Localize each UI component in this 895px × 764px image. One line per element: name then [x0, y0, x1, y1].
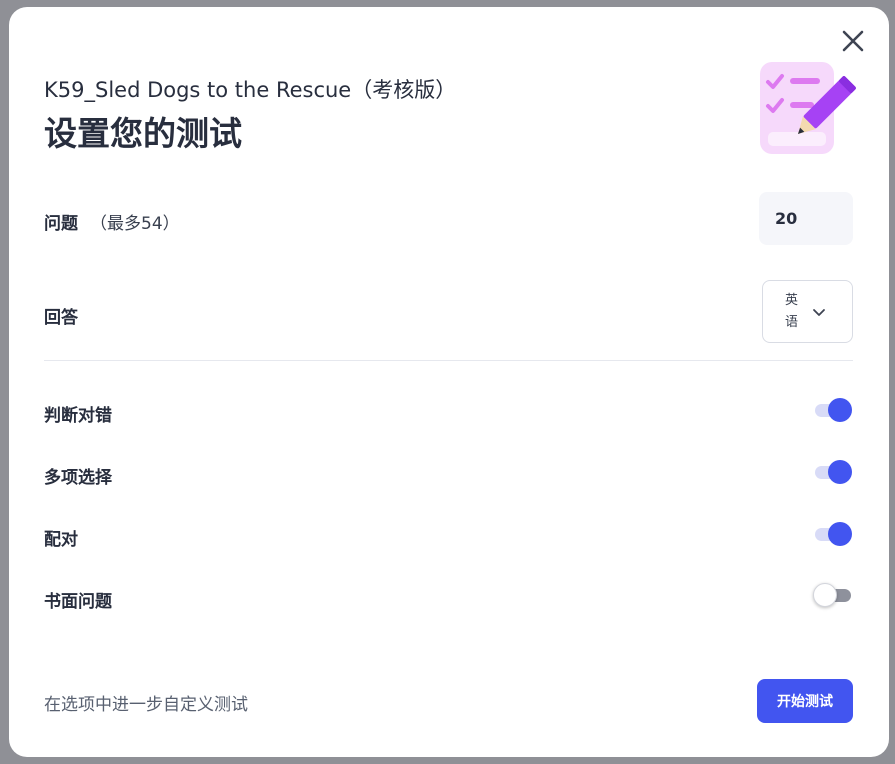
multiple-choice-toggle[interactable]	[813, 459, 853, 485]
chevron-down-icon	[811, 304, 827, 320]
multiple-choice-label: 多项选择	[44, 468, 112, 488]
answer-language-select[interactable]: 英语	[762, 280, 853, 343]
matching-label: 配对	[44, 530, 78, 550]
questions-label: 问题	[44, 214, 78, 234]
toggle-knob	[828, 398, 852, 422]
true-false-label: 判断对错	[44, 406, 112, 426]
answer-label: 回答	[44, 308, 78, 328]
study-set-name: K59_Sled Dogs to the Rescue（考核版）	[44, 78, 457, 102]
matching-toggle[interactable]	[813, 521, 853, 547]
section-divider	[44, 360, 853, 361]
question-count-input[interactable]	[759, 192, 853, 245]
toggle-knob	[828, 460, 852, 484]
start-test-button[interactable]: 开始测试	[757, 679, 853, 723]
written-toggle[interactable]	[813, 582, 853, 608]
true-false-toggle[interactable]	[813, 397, 853, 423]
close-icon	[842, 30, 864, 52]
toggle-knob	[828, 522, 852, 546]
written-label: 书面问题	[44, 592, 112, 612]
close-button[interactable]	[840, 28, 866, 54]
test-setup-dialog: K59_Sled Dogs to the Rescue（考核版） 设置您的测试 …	[9, 7, 889, 757]
test-checklist-pencil-icon	[758, 60, 856, 158]
questions-max-hint: （最多54）	[90, 214, 180, 234]
toggle-knob	[813, 583, 837, 607]
selected-language: 英语	[785, 292, 799, 330]
customize-options-link[interactable]: 在选项中进一步自定义测试	[44, 690, 248, 715]
questions-row-label: 问题 （最多54）	[44, 209, 180, 234]
page-title: 设置您的测试	[44, 114, 242, 153]
